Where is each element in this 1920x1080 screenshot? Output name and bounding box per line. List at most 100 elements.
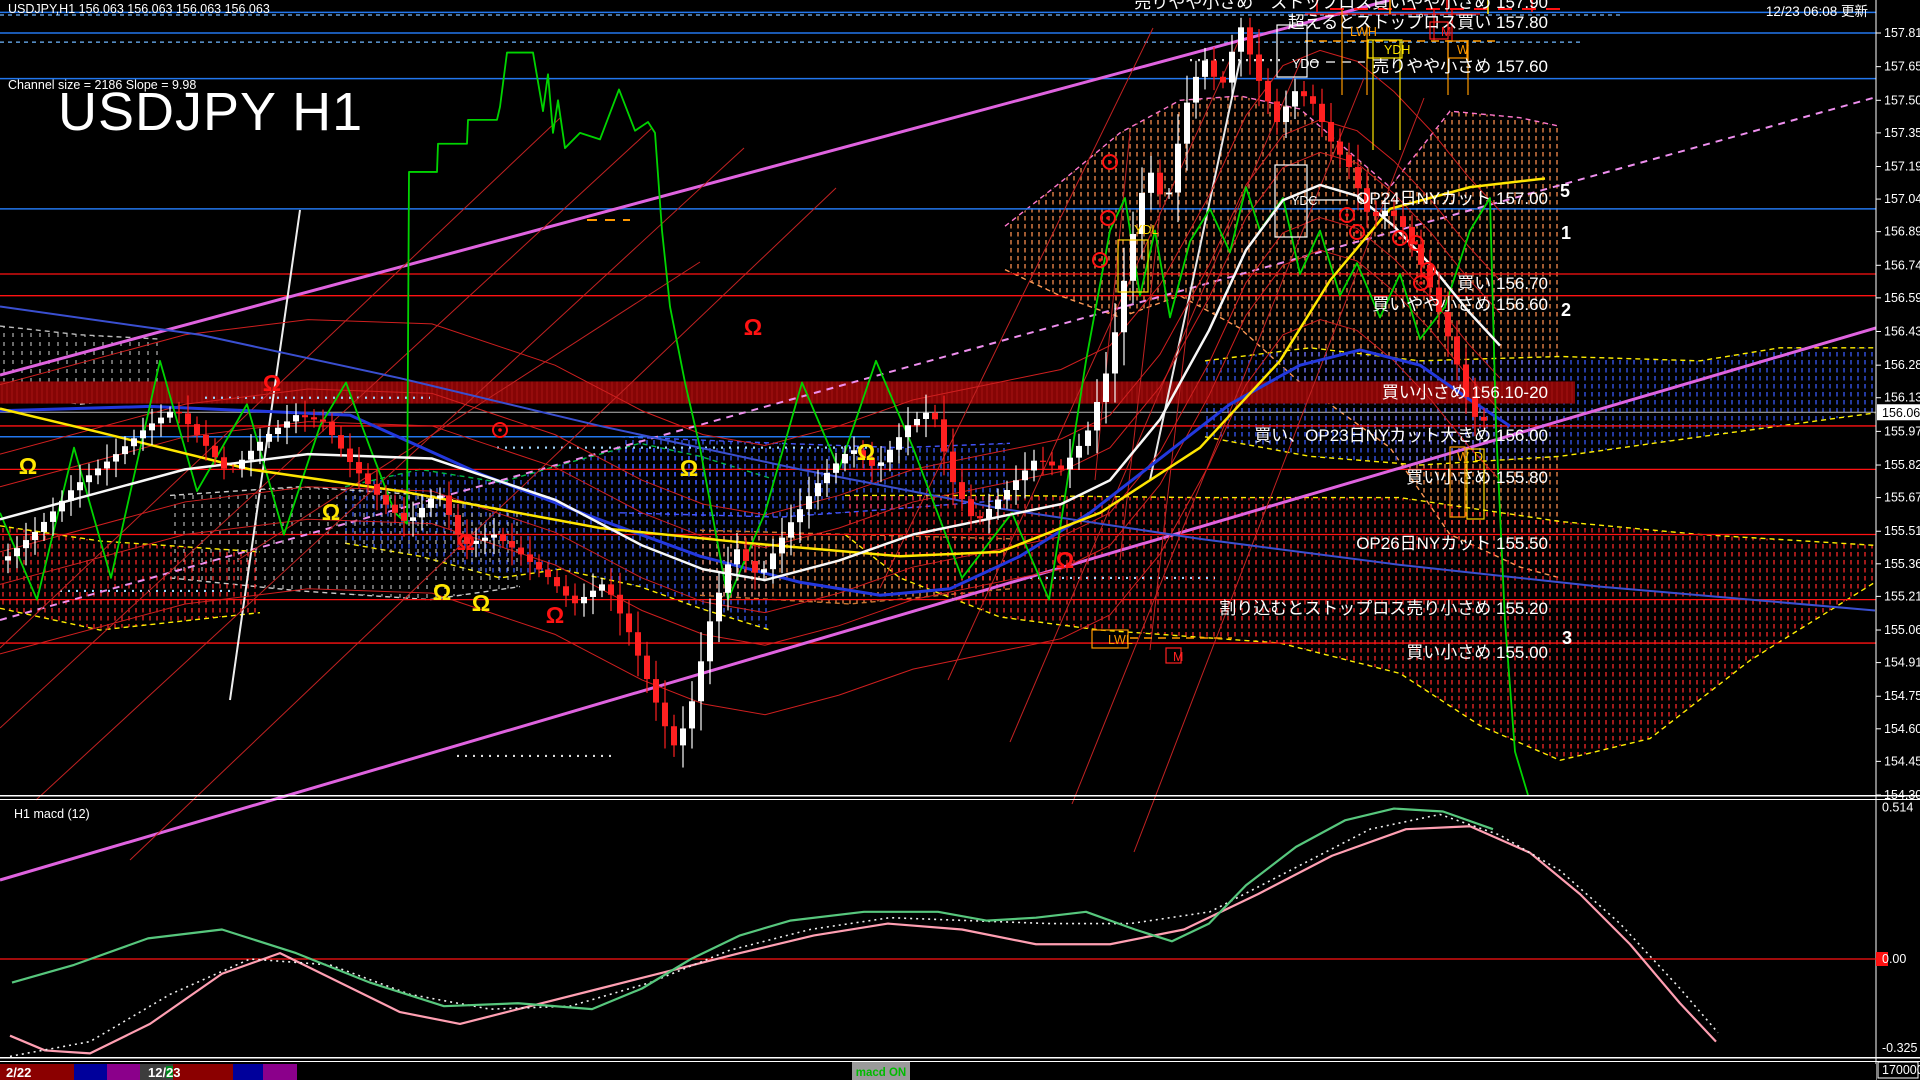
price-tick-label: 157.810 <box>1884 26 1920 40</box>
bear-candle <box>311 417 317 419</box>
bear-candle <box>671 726 677 745</box>
bear-candle <box>1157 173 1163 195</box>
sell-signal-dot-icon <box>1419 281 1423 285</box>
price-tick-label: 155.820 <box>1884 458 1920 472</box>
volume-scale-label: 170000 <box>1882 1063 1920 1077</box>
price-tick-label: 154.455 <box>1884 754 1920 768</box>
price-tick-label: 156.280 <box>1884 358 1920 372</box>
price-tick-label: 155.365 <box>1884 557 1920 571</box>
bear-candle <box>185 413 191 424</box>
bull-candle <box>1292 91 1298 106</box>
omega-marker-icon: Ω <box>433 579 451 605</box>
macd-min-label: -0.325 <box>1882 1041 1917 1055</box>
annotation-label: OP24日NYカット 157.00 <box>1356 189 1548 208</box>
price-tick-label: 154.755 <box>1884 689 1920 703</box>
bull-candle <box>293 415 299 421</box>
bull-candle <box>833 463 839 472</box>
price-tick-label: 156.895 <box>1884 225 1920 239</box>
bear-candle <box>230 469 236 470</box>
timeline-bar[interactable]: 2/2212/23 <box>0 1064 1876 1080</box>
bull-candle <box>788 522 794 537</box>
omega-marker-icon: Ω <box>457 529 475 555</box>
bull-candle <box>68 490 74 501</box>
panel-separator <box>0 799 1920 800</box>
bull-candle <box>842 454 848 463</box>
bear-candle <box>1058 465 1064 469</box>
bear-candle <box>1445 312 1451 336</box>
bull-candle <box>239 460 245 469</box>
trading-app-window: ΩΩΩΩΩΩΩΩΩΩΩ 売りやや小さめ ストップロス買いやや小さめ 157.90… <box>0 0 1920 1080</box>
wave-count-number: 1 <box>1561 223 1571 243</box>
sell-signal-dot-icon <box>1426 268 1430 272</box>
bear-candle <box>518 548 524 555</box>
bull-candle <box>1184 103 1190 144</box>
price-tick-label: 156.435 <box>1884 325 1920 339</box>
bull-candle <box>914 419 920 425</box>
annotation-label: 買い小さめ 155.00 <box>1406 643 1548 662</box>
bear-candle <box>572 596 578 604</box>
bull-candle <box>86 475 92 482</box>
bull-candle <box>50 511 56 522</box>
price-tick-label: 155.975 <box>1884 424 1920 438</box>
bull-candle <box>275 428 281 434</box>
price-tick-label: 156.590 <box>1884 291 1920 305</box>
bull-candle <box>1031 461 1037 471</box>
bear-candle <box>302 415 308 417</box>
bear-candle <box>1328 122 1334 142</box>
bull-candle <box>995 499 1001 508</box>
price-tick-label: 154.605 <box>1884 722 1920 736</box>
sell-signal-dot-icon <box>498 428 502 432</box>
annotation-label: 買い 156.70 <box>1457 274 1548 293</box>
current-price-label: 156.063 <box>1882 406 1920 420</box>
sell-signal-dot-icon <box>1355 230 1359 234</box>
bull-candle <box>1382 211 1388 216</box>
bear-candle <box>635 632 641 655</box>
price-tick-label: 157.655 <box>1884 60 1920 74</box>
bull-candle <box>284 421 290 427</box>
level-label: YDC <box>1291 194 1317 208</box>
bear-candle <box>1049 462 1055 466</box>
bear-candle <box>1310 96 1316 104</box>
annotation-label: 買い小さめ 156.10-20 <box>1382 383 1548 402</box>
omega-marker-icon: Ω <box>744 314 762 340</box>
bull-candle <box>815 483 821 496</box>
price-tick-label: 155.215 <box>1884 589 1920 603</box>
bull-candle <box>59 501 65 512</box>
bull-candle <box>122 446 128 454</box>
bear-candle <box>347 449 353 462</box>
annotation-label: 買いやや小さめ 156.60 <box>1372 295 1548 314</box>
bull-candle <box>491 535 497 538</box>
bull-candle <box>806 496 812 509</box>
bear-candle <box>1355 167 1361 188</box>
bull-candle <box>1085 430 1091 445</box>
bear-candle <box>743 549 749 561</box>
bull-candle <box>14 548 20 556</box>
trading-chart: ΩΩΩΩΩΩΩΩΩΩΩ 売りやや小さめ ストップロス買いやや小さめ 157.90… <box>0 0 1920 1080</box>
price-axis[interactable]: 157.810157.655157.500157.350157.195157.0… <box>1876 0 1920 1080</box>
bear-candle <box>365 473 371 484</box>
bull-candle <box>1202 60 1208 76</box>
bear-candle <box>1301 91 1307 96</box>
bear-candle <box>950 452 956 483</box>
sell-signal-dot-icon <box>1345 213 1349 217</box>
macd-toggle-chip[interactable]: macd ON <box>852 1062 910 1080</box>
bear-candle <box>1211 60 1217 76</box>
bear-candle <box>941 419 947 451</box>
level-label: W <box>1457 43 1469 57</box>
bull-candle <box>1013 480 1019 490</box>
bear-candle <box>662 703 668 727</box>
bull-candle <box>599 584 605 590</box>
timeline-segment <box>263 1064 297 1080</box>
bull-candle <box>1166 193 1172 195</box>
symbol-info: USDJPY,H1 156.063 156.063 156.063 156.06… <box>8 2 270 16</box>
bear-candle <box>932 413 938 420</box>
omega-marker-icon: Ω <box>472 590 490 616</box>
bear-candle <box>554 577 560 586</box>
bull-candle <box>1004 490 1010 499</box>
bull-candle <box>1130 234 1136 281</box>
level-label: D <box>1474 450 1483 464</box>
panel-separator <box>0 1061 1920 1062</box>
bear-candle <box>1337 142 1343 155</box>
omega-marker-icon: Ω <box>322 499 340 525</box>
bull-candle <box>1112 332 1118 373</box>
